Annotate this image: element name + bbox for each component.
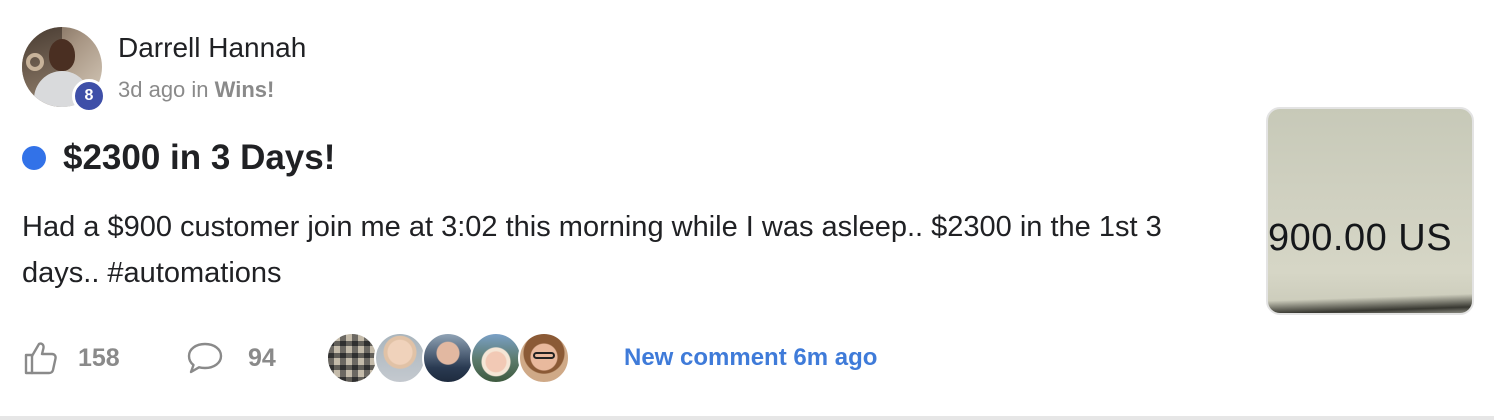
author-avatar-wrap[interactable]: 8 [22, 27, 106, 113]
thumbnail-text: 900.00 US [1268, 217, 1453, 259]
post-title[interactable]: $2300 in 3 Days! [63, 136, 335, 180]
author-name[interactable]: Darrell Hannah [118, 32, 306, 64]
post-time: 3d ago [118, 77, 186, 102]
unread-indicator [22, 146, 46, 170]
post-card[interactable]: 8 Darrell Hannah 3d ago in Wins! $2300 i… [0, 0, 1494, 420]
commenter-avatar[interactable] [518, 332, 570, 384]
avatar-wall-ornament [26, 53, 44, 71]
thumbnail-shadow [1268, 292, 1472, 313]
like-count: 158 [78, 343, 120, 372]
commenter-avatar[interactable] [374, 332, 426, 384]
post-thumbnail[interactable]: 900.00 US [1266, 107, 1474, 315]
avatar-head [49, 39, 75, 71]
speech-bubble-icon [186, 340, 224, 376]
commenter-avatar[interactable] [422, 332, 474, 384]
post-title-row[interactable]: $2300 in 3 Days! [22, 136, 335, 180]
commenter-avatar[interactable] [470, 332, 522, 384]
comment-count: 94 [248, 343, 276, 372]
post-category-link[interactable]: Wins! [215, 77, 275, 102]
post-meta-in: in [191, 77, 209, 102]
commenter-avatar[interactable] [326, 332, 378, 384]
thumbs-up-icon [22, 340, 58, 376]
post-body: Had a $900 customer join me at 3:02 this… [22, 211, 1162, 289]
comment-button[interactable]: 94 [186, 338, 276, 378]
new-comment-link[interactable]: New comment 6m ago [624, 342, 877, 374]
post-meta: 3d ago in Wins! [118, 76, 274, 104]
post-footer: 158 94 New comment 6m ago [22, 330, 1022, 386]
level-badge: 8 [72, 79, 106, 113]
like-button[interactable]: 158 [22, 338, 120, 378]
recent-commenters[interactable] [326, 332, 570, 384]
